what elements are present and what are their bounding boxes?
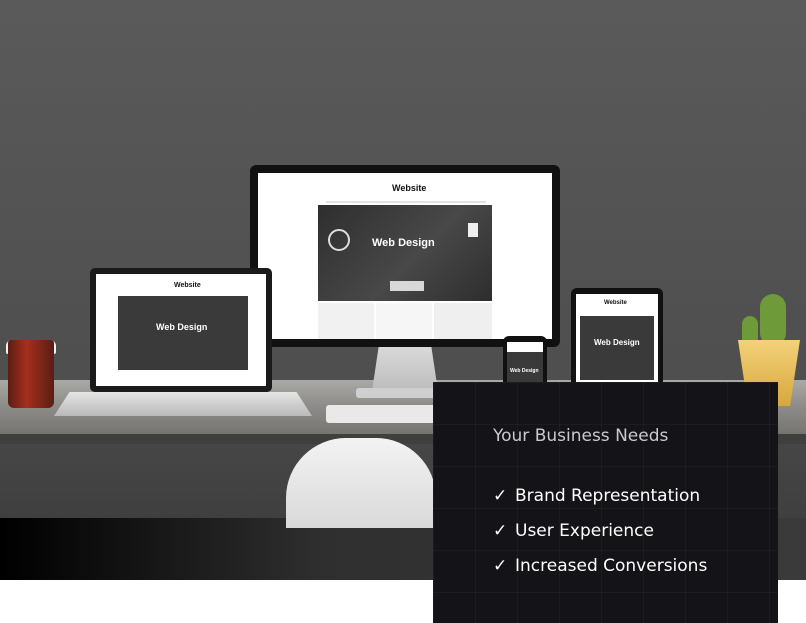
list-item-label: User Experience bbox=[515, 521, 654, 541]
site-title: Website bbox=[392, 183, 427, 193]
web-design-banner: Web Design bbox=[118, 296, 248, 370]
hero-mock-title: Web Design bbox=[372, 237, 435, 249]
card-heading: Your Business Needs bbox=[493, 426, 669, 446]
site-title: Website bbox=[174, 282, 201, 289]
check-icon: ✓ bbox=[493, 556, 508, 576]
headphones-icon bbox=[328, 229, 350, 251]
tablet-screen: Website Web Design bbox=[576, 294, 658, 386]
check-icon: ✓ bbox=[493, 486, 508, 506]
coffee-cup bbox=[8, 340, 54, 408]
list-item: ✓ Increased Conversions bbox=[493, 556, 707, 591]
hero-mock-title: Web Design bbox=[156, 322, 208, 332]
hero-mock-title: Web Design bbox=[594, 338, 640, 347]
list-item-label: Increased Conversions bbox=[515, 556, 708, 576]
monitor-screen: Website Web Design bbox=[258, 173, 552, 339]
tablet: Website Web Design bbox=[571, 288, 663, 392]
keyboard-icon bbox=[390, 281, 424, 291]
hero-mock-title: Web Design bbox=[510, 368, 539, 374]
site-title: Website bbox=[604, 300, 627, 306]
laptop-screen: Website Web Design bbox=[96, 274, 266, 386]
chair bbox=[286, 438, 436, 528]
web-design-banner: Web Design bbox=[580, 316, 654, 380]
web-design-banner: Web Design bbox=[318, 205, 492, 301]
nav-bar bbox=[326, 201, 486, 203]
thumbnail-plant bbox=[318, 303, 374, 339]
web-design-banner: Web Design bbox=[507, 352, 543, 382]
list-item: ✓ Brand Representation bbox=[493, 486, 707, 521]
cactus bbox=[760, 294, 786, 346]
laptop-base bbox=[54, 392, 312, 416]
list-item-label: Brand Representation bbox=[515, 486, 701, 506]
desktop-monitor: Website Web Design bbox=[250, 165, 560, 347]
laptop: Website Web Design bbox=[90, 268, 272, 392]
keyboard bbox=[326, 405, 442, 423]
needs-list: ✓ Brand Representation ✓ User Experience ✓… bbox=[493, 486, 707, 591]
list-item: ✓ User Experience bbox=[493, 521, 707, 556]
phone-screen: Web Design bbox=[507, 342, 543, 386]
thumbnail-glasses bbox=[376, 303, 432, 339]
phone-icon bbox=[468, 223, 478, 237]
monitor-stand bbox=[372, 347, 438, 391]
check-icon: ✓ bbox=[493, 521, 508, 541]
business-needs-card: Your Business Needs ✓ Brand Representatio… bbox=[433, 382, 778, 623]
thumbnail-hand bbox=[434, 303, 492, 339]
